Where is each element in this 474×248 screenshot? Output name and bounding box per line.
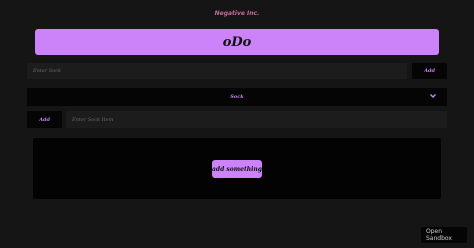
open-sandbox-button[interactable]: Open Sandbox	[421, 227, 467, 243]
chevron-down-icon	[430, 94, 436, 98]
sock-select-dropdown[interactable]: Sock	[27, 88, 447, 106]
add-sock-button-label: Add	[424, 68, 435, 74]
add-something-button[interactable]: add something	[212, 160, 262, 178]
add-something-label: add something	[212, 165, 262, 173]
app-title: oDo	[222, 34, 252, 50]
add-sock-item-button-label: Add	[39, 116, 50, 123]
app-title-bar: oDo	[35, 29, 439, 55]
add-sock-item-button[interactable]: Add	[27, 111, 62, 128]
sock-select-value: Sock	[230, 94, 244, 100]
sock-name-input[interactable]	[27, 63, 407, 79]
sock-item-input[interactable]	[66, 111, 447, 128]
brand-name: Negative Inc.	[214, 10, 260, 17]
add-sock-button[interactable]: Add	[412, 63, 447, 79]
